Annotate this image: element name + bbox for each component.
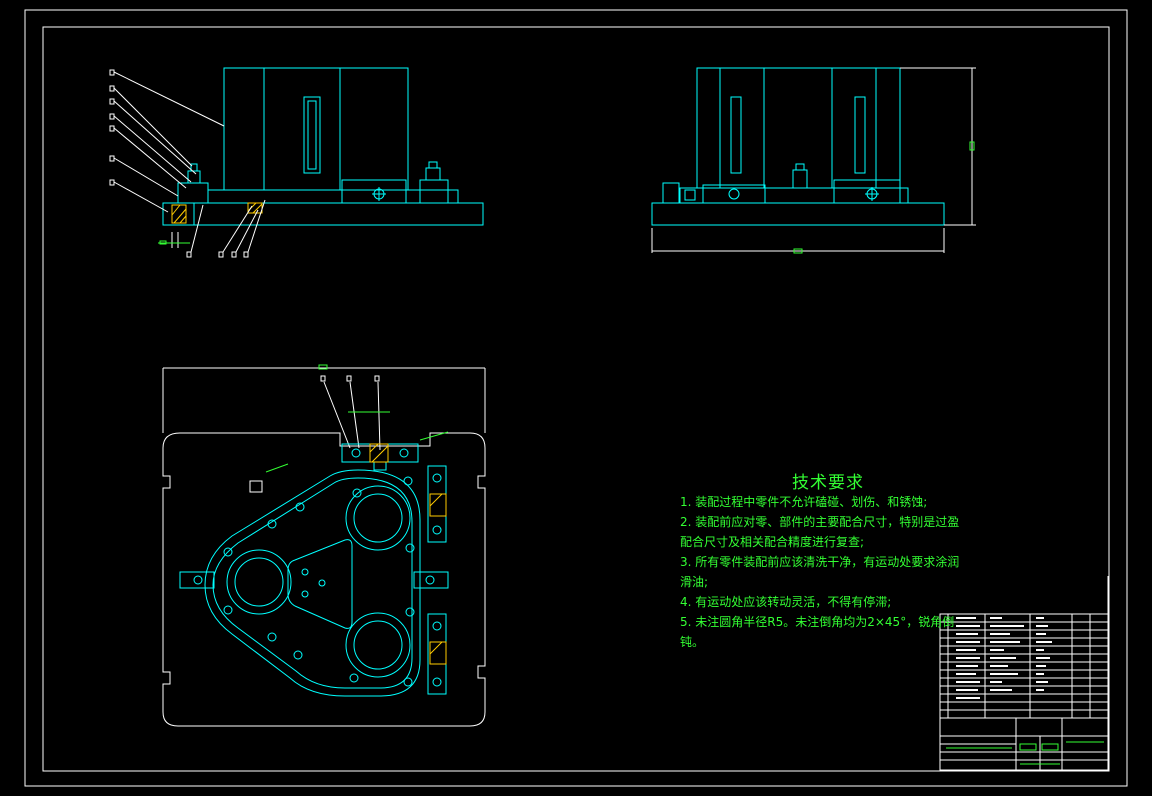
requirement-line: 5. 未注圆角半径R5。未注倒角均为2×45°，锐角倒 <box>680 615 955 629</box>
requirement-line: 1. 装配过程中零件不允许磕碰、划伤、和锈蚀; <box>680 495 928 509</box>
technical-requirements-title: 技术要求 <box>792 473 864 493</box>
requirement-line: 滑油; <box>680 575 709 589</box>
requirement-line: 2. 装配前应对零、部件的主要配合尺寸，特别是过盈 <box>680 515 960 529</box>
requirement-line: 4. 有运动处应该转动灵活，不得有停滞; <box>680 595 892 609</box>
requirement-line: 钝。 <box>680 635 705 649</box>
requirement-line: 3. 所有零件装配前应该清洗干净，有运动处要求涂润 <box>680 555 960 569</box>
assembly-drawing-canvas <box>0 0 1152 796</box>
technical-requirements-list: 1. 装配过程中零件不允许磕碰、划伤、和锈蚀; 2. 装配前应对零、部件的主要配… <box>680 492 990 652</box>
requirement-line: 配合尺寸及相关配合精度进行复查; <box>680 535 865 549</box>
